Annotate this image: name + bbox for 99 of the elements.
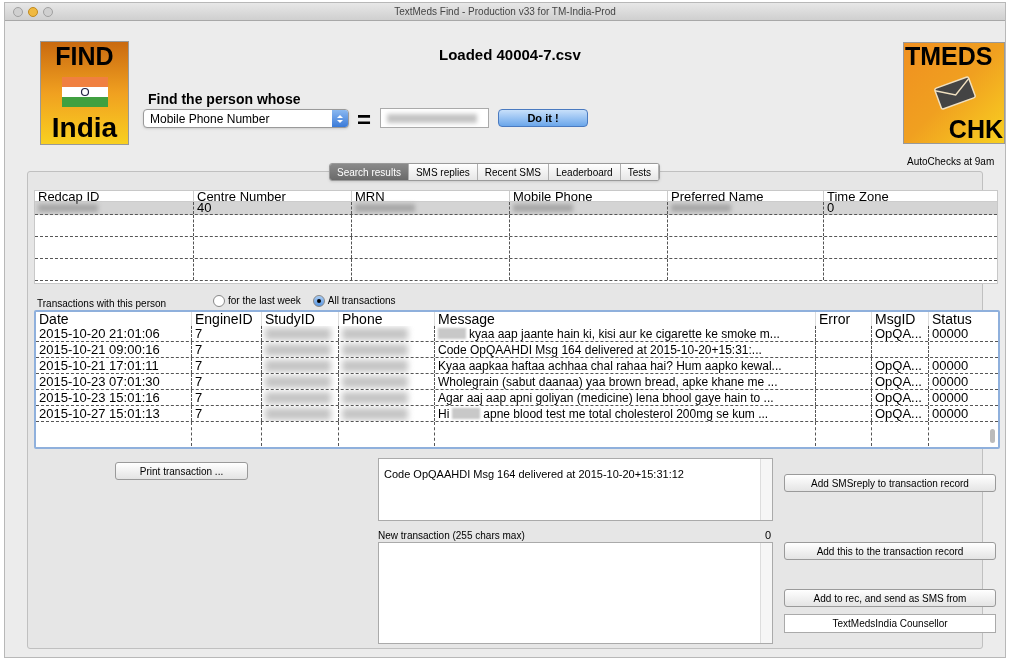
table-cell: Wholegrain (sabut daanaa) yaa brown bread, apke khane me ... [438, 374, 778, 389]
char-count: 0 [765, 528, 772, 543]
logo-text: India [51, 114, 118, 142]
flag-icon [61, 76, 108, 107]
redacted-block [265, 327, 331, 340]
table-cell: kyaa aap jaante hain ki, kisi aur ke cigarette ke smoke m... [469, 326, 780, 341]
table-row[interactable]: 2015-10-23 07:01:30 7 Wholegrain (sabut daanaa) yaa brown bread, apke khane me ... OpQA... 00000 [36, 374, 998, 390]
table-cell: 2015-10-23 07:01:30 [39, 374, 160, 389]
table-cell: 2015-10-21 17:01:11 [39, 358, 159, 373]
redacted-block [265, 407, 331, 420]
table-cell: OpQA... [875, 326, 922, 341]
tab[interactable]: Tests [620, 164, 660, 180]
table-cell: 2015-10-20 21:01:06 [39, 326, 160, 341]
column-header[interactable]: Preferred Name [667, 191, 823, 201]
new-transaction-label: New transaction (255 chars max) [378, 529, 525, 543]
table-cell: 00000 [932, 358, 969, 373]
column-header[interactable]: StudyID [261, 312, 338, 326]
logo-text: FIND [55, 44, 114, 69]
find-label: Find the person whose [148, 90, 301, 109]
redacted-block [265, 375, 331, 388]
table-cell: 2015-10-23 15:01:16 [39, 390, 160, 405]
column-header[interactable]: Date [36, 312, 191, 326]
tab[interactable]: Search results [330, 164, 409, 180]
redacted-block [342, 327, 408, 340]
logo-text: CHK [948, 117, 1003, 142]
table-cell: 7 [195, 374, 203, 389]
equals-sign: = [357, 105, 371, 135]
table-row[interactable]: 2015-10-21 09:00:16 7 Code OpQAAHDI Msg 164 delivered at 2015-10-20+15:31:... [36, 342, 998, 358]
table-cell: Code OpQAAHDI Msg 164 delivered at 2015-10-20+15:31:... [438, 342, 762, 357]
reply-text-area[interactable]: Code OpQAAHDI Msg 164 delivered at 2015-10-20+15:31:12 [378, 458, 773, 521]
table-cell: 7 [195, 406, 203, 421]
column-header[interactable]: Mobile Phone [509, 191, 667, 201]
column-header[interactable]: Status [928, 312, 988, 326]
column-header[interactable]: MRN [351, 191, 509, 201]
table-cell: OpQA... [875, 406, 922, 421]
table-cell: OpQA... [875, 358, 922, 373]
radio-button[interactable] [213, 294, 225, 307]
redacted-block [342, 375, 408, 388]
table-cell: 7 [195, 326, 203, 341]
new-transaction-field[interactable] [378, 542, 773, 644]
table-cell: Kyaa aapkaa haftaa achhaa chal rahaa hai? Hum aapko kewal... [438, 358, 782, 373]
table-row[interactable]: 2015-10-27 15:01:13 7 Hi apne blood test me total cholesterol 200mg se kum ... OpQA... 00000 [36, 406, 998, 422]
table-cell: 00000 [932, 406, 969, 421]
table-row[interactable]: 2015-10-20 21:01:06 7 kyaa aap jaante hain ki, kisi aur ke cigarette ke smoke m... OpQA... 00000 [36, 326, 998, 342]
tab[interactable]: SMS replies [408, 164, 478, 180]
table-cell: 00000 [932, 326, 969, 341]
action-button[interactable]: Add SMSreply to transaction record [784, 474, 996, 492]
table-cell: 00000 [932, 374, 969, 389]
redacted-block [342, 359, 408, 372]
column-header[interactable]: MsgID [871, 312, 928, 326]
table-row[interactable]: 2015-10-23 15:01:16 7 Agar aaj aap apni goliyan (medicine) lena bhool gaye hain to ... OpQA... 00000 [36, 390, 998, 406]
column-header[interactable]: EngineID [191, 312, 261, 326]
loaded-file-label: Loaded 40004-7.csv [439, 45, 581, 65]
column-header[interactable]: Phone [338, 312, 434, 326]
table-cell: 7 [195, 358, 203, 373]
redacted-block [265, 359, 331, 372]
field-select[interactable]: Mobile Phone Number [143, 109, 349, 128]
tab[interactable]: Leaderboard [548, 164, 621, 180]
redacted-block [342, 391, 408, 404]
column-header[interactable]: Centre Number [193, 191, 351, 201]
search-field[interactable] [380, 108, 489, 128]
logo-text: TMEDS [905, 44, 994, 69]
do-it-button[interactable]: Do it ! [498, 109, 588, 127]
table-cell: Agar aaj aap apni goliyan (medicine) lena bhool gaye hain to ... [438, 390, 774, 405]
column-header[interactable]: Time Zone [823, 191, 981, 201]
scrollbar-thumb[interactable] [990, 429, 995, 443]
table-cell: 7 [195, 390, 203, 405]
redacted-block [265, 343, 331, 356]
tab[interactable]: Recent SMS [477, 164, 549, 180]
radio-option[interactable]: for the last week [213, 293, 301, 308]
redacted-block [265, 391, 331, 404]
table-cell: 2015-10-27 15:01:13 [39, 406, 160, 421]
table-cell: OpQA... [875, 390, 922, 405]
print-button[interactable]: Print transaction ... [115, 462, 248, 480]
minimize-icon[interactable] [28, 6, 38, 17]
table-cell: 2015-10-21 09:00:16 [39, 342, 160, 357]
redacted-block [342, 343, 408, 356]
table-cell: apne blood test me total cholesterol 200mg se kum ... [483, 406, 769, 421]
transactions-label: Transactions with this person [37, 297, 167, 311]
radio-button[interactable] [312, 294, 325, 307]
column-header[interactable]: Error [815, 312, 871, 326]
zoom-icon[interactable] [43, 6, 53, 17]
table-cell: Hi [438, 406, 450, 421]
sender-field[interactable]: TextMedsIndia Counsellor [784, 614, 996, 633]
table-cell: OpQA... [875, 374, 922, 389]
window-title: TextMeds Find - Production v33 for TM-India-Prod [393, 5, 617, 19]
autochecks-label: AutoChecks at 9am [907, 155, 995, 169]
table-cell: 00000 [932, 390, 969, 405]
table-cell: 0 [827, 202, 835, 214]
table-cell: 7 [195, 342, 203, 357]
action-button[interactable]: Add to rec, and send as SMS from [784, 589, 996, 607]
redacted-block [342, 407, 408, 420]
column-header[interactable]: Message [434, 312, 815, 326]
radio-option[interactable]: All transactions [312, 293, 396, 308]
stepper-icon [332, 110, 348, 127]
table-row[interactable]: 2015-10-21 17:01:11 7 Kyaa aapkaa haftaa achhaa chal rahaa hai? Hum aapko kewal... OpQA... 00000 [36, 358, 998, 374]
table-cell: 40 [197, 202, 212, 214]
close-icon[interactable] [13, 6, 23, 17]
action-button[interactable]: Add this to the transaction record [784, 542, 996, 560]
